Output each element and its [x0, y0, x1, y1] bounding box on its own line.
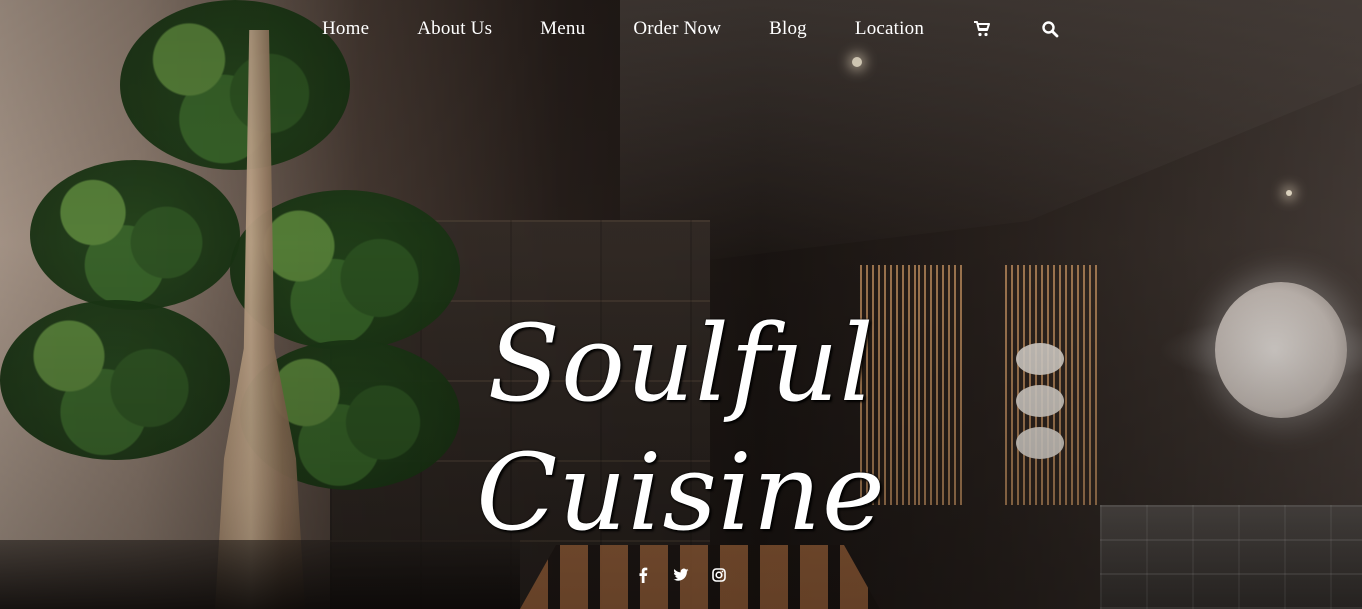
facebook-icon[interactable] — [635, 567, 651, 583]
twitter-icon[interactable] — [673, 567, 689, 583]
hero-title-line1: Soulful — [487, 302, 875, 425]
nav-item-menu[interactable]: Menu — [540, 18, 585, 40]
search-icon[interactable] — [1040, 19, 1060, 39]
social-links — [0, 567, 1362, 583]
nav-item-order-now[interactable]: Order Now — [633, 18, 721, 40]
hero-section: Home About Us Menu Order Now Blog Locati… — [0, 0, 1362, 609]
main-nav: Home About Us Menu Order Now Blog Locati… — [0, 0, 1362, 58]
nav-item-blog[interactable]: Blog — [769, 18, 807, 40]
nav-item-home[interactable]: Home — [322, 18, 369, 40]
nav-item-location[interactable]: Location — [855, 18, 924, 40]
hero-title-line2: Cuisine — [476, 431, 886, 554]
cart-icon[interactable] — [972, 19, 992, 39]
nav-item-about-us[interactable]: About Us — [417, 18, 492, 40]
instagram-icon[interactable] — [711, 567, 727, 583]
